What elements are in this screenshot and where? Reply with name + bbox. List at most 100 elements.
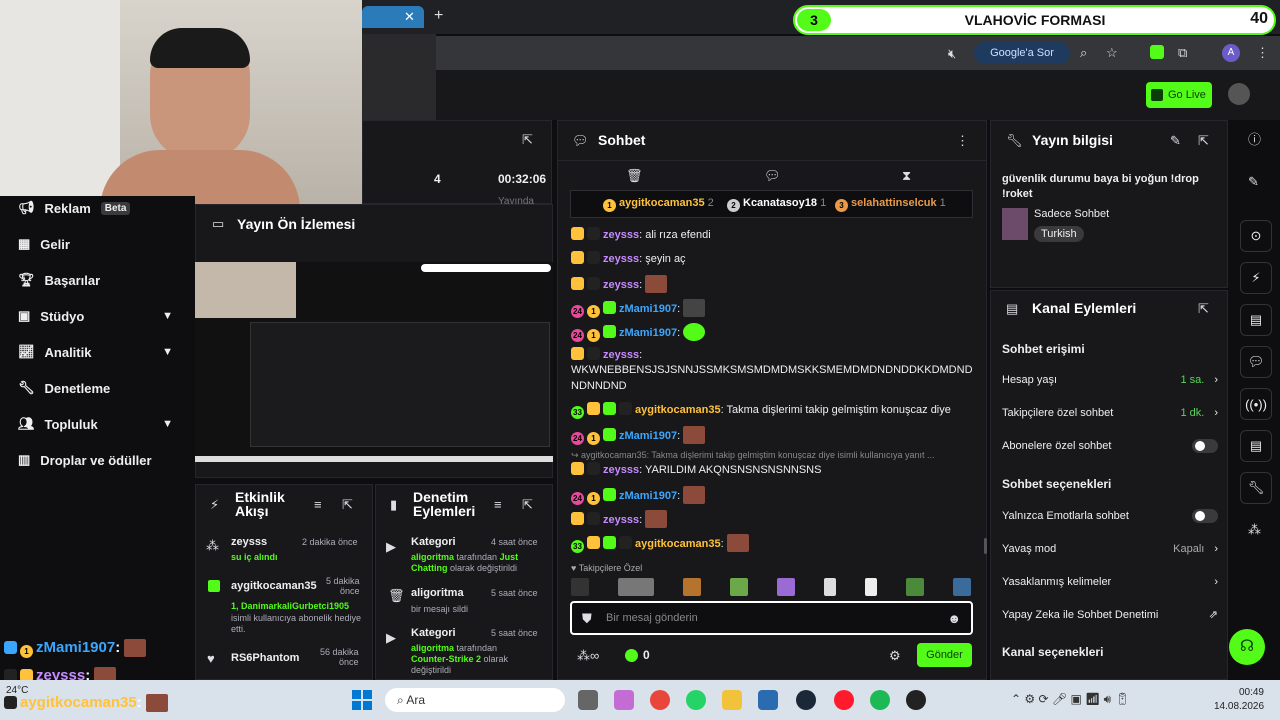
chat-username[interactable]: zeysss	[603, 253, 639, 265]
opera-icon[interactable]	[834, 690, 854, 710]
folder-icon[interactable]	[722, 690, 742, 710]
leader-entry[interactable]: 2 Kcanatasoy18 1	[727, 197, 826, 212]
leader-entry[interactable]: 1 aygitkocaman35 2	[603, 197, 714, 212]
emote-button[interactable]	[953, 578, 971, 596]
steam-icon[interactable]	[796, 690, 816, 710]
chat-input[interactable]: ⛊ Bir mesaj gönderin ☻	[570, 601, 973, 635]
emote-button[interactable]	[865, 578, 877, 596]
kick-points-icon[interactable]: ⁂	[1248, 522, 1261, 538]
chat-username[interactable]: zeysss	[603, 514, 639, 526]
chat-username[interactable]: zMami1907	[619, 303, 677, 315]
bookmark-star-icon[interactable]: ☆	[1106, 45, 1118, 61]
event-user[interactable]: aygitkocaman35	[231, 580, 317, 592]
google-ask-button[interactable]: Google'a Sor	[974, 42, 1070, 64]
stream-preview-video[interactable]	[195, 262, 553, 462]
chat-message[interactable]: zeysss: YARILDIM AKQNSNSNSNSNNSNS	[571, 462, 971, 478]
emote-button[interactable]	[777, 578, 795, 596]
profile-avatar[interactable]: A	[1222, 44, 1240, 62]
chat-message[interactable]: zeysss:	[571, 275, 971, 293]
sidebar-item-topluluk[interactable]: 👥︎ Topluluk ▼	[0, 406, 195, 442]
popout-icon[interactable]: ⇱	[522, 497, 533, 513]
taskbar-time[interactable]: 00:49	[1214, 687, 1264, 698]
event-user[interactable]: RS6Phantom	[231, 652, 299, 664]
send-button[interactable]: Gönder	[917, 643, 972, 667]
rail-button-actions[interactable]: ▤	[1240, 430, 1272, 462]
rail-button-chat[interactable]: 💬︎	[1240, 346, 1272, 378]
subs-chat-toggle[interactable]	[1192, 438, 1218, 453]
sidebar-item-basarilar[interactable]: 🏆︎ Başarılar	[0, 262, 195, 298]
chat-message[interactable]: 24 1 zMami1907:	[571, 426, 971, 445]
windows-start-icon[interactable]	[352, 690, 372, 710]
rail-button-notes[interactable]: ▤	[1240, 304, 1272, 336]
sidebar-item-droplar[interactable]: ▥ Droplar ve ödüller	[0, 442, 195, 478]
chat-username[interactable]: zeysss	[603, 464, 639, 476]
info-icon[interactable]: ⓘ	[1248, 132, 1261, 148]
followers-chat-row[interactable]: Takipçilere özel sohbet 1 dk. ›	[1002, 396, 1218, 429]
ai-mod-row[interactable]: Yapay Zeka ile Sohbet Denetimi ⇗	[1002, 598, 1218, 631]
store-icon[interactable]	[758, 690, 778, 710]
chat-message[interactable]: zeysss: şeyin aç	[571, 251, 971, 267]
mod-user[interactable]: aligoritma	[411, 643, 454, 653]
filter-icon[interactable]: ≡	[494, 497, 502, 513]
rail-button-info[interactable]: 🔧︎	[1240, 472, 1272, 504]
taskbar-date[interactable]: 14.08.2026	[1214, 701, 1264, 712]
new-tab-icon[interactable]: +	[434, 8, 443, 24]
extensions-icon[interactable]: ⧉	[1178, 45, 1187, 61]
chat-message[interactable]: zeysss:	[571, 347, 971, 363]
tray-icons[interactable]: ⌃ ⚙ ⟳ 🎤︎ ▣ 📶︎ 🔊︎ 🔋︎	[1011, 692, 1130, 707]
chat-menu-icon[interactable]: ⋮	[956, 133, 969, 149]
taskbar-app-icon[interactable]	[578, 690, 598, 710]
emote-button[interactable]	[730, 578, 748, 596]
taskbar-search[interactable]: ⌕ Ara	[385, 688, 565, 712]
edit-icon[interactable]: ✎	[1170, 133, 1181, 149]
gear-icon[interactable]: ⚙	[889, 648, 901, 664]
spotify-icon[interactable]	[870, 690, 890, 710]
popout-icon[interactable]: ⇱	[342, 497, 353, 513]
sidebar-item-reklam[interactable]: 📢︎ Reklam Beta	[0, 190, 195, 226]
slow-mode-row[interactable]: Yavaş mod Kapalı ›	[1002, 532, 1218, 565]
account-age-row[interactable]: Hesap yaşı 1 sa. ›	[1002, 363, 1218, 396]
sidebar-item-studyo[interactable]: ▣ Stüdyo ▼	[0, 298, 195, 334]
emote-button[interactable]	[824, 578, 836, 596]
chat-username[interactable]: zMami1907	[619, 430, 677, 442]
chat-scrollbar[interactable]	[984, 538, 987, 554]
reply-preview[interactable]: ↪ aygitkocaman35: Takma dişlerimi takip …	[571, 450, 971, 461]
emote-button[interactable]	[618, 578, 654, 596]
tab-close-icon[interactable]: ✕	[404, 9, 415, 25]
chat-message[interactable]: 24 1 zMami1907:	[571, 299, 971, 318]
chrome-icon[interactable]	[650, 690, 670, 710]
mod-user[interactable]: aligoritma	[411, 552, 454, 562]
chat-username[interactable]: zMami1907	[619, 490, 677, 502]
emote-button[interactable]	[906, 578, 924, 596]
popout-icon[interactable]: ⇱	[1198, 133, 1209, 149]
mute-icon[interactable]: 🔇︎	[948, 46, 956, 62]
chat-username[interactable]: zeysss	[603, 279, 639, 291]
leader-entry[interactable]: 3 selahattinselcuk 1	[835, 197, 946, 212]
chat-username[interactable]: zMami1907	[619, 327, 677, 339]
rail-button-activity[interactable]: ⚡︎	[1240, 262, 1272, 294]
user-avatar[interactable]	[1228, 83, 1250, 105]
chat-username[interactable]: aygitkocaman35	[635, 538, 721, 550]
edit-icon[interactable]: ✎	[1248, 174, 1259, 190]
browser-menu-icon[interactable]: ⋮	[1256, 45, 1269, 61]
rail-button-broadcast[interactable]: ((•))	[1240, 388, 1272, 420]
chat-message[interactable]: 24 1 zMami1907:	[571, 323, 971, 342]
chat-username[interactable]: aygitkocaman35	[635, 404, 721, 416]
whatsapp-icon[interactable]	[686, 690, 706, 710]
kick-extension-icon[interactable]	[1150, 45, 1164, 59]
sidebar-item-analitik[interactable]: 📈︎ Analitik ▼	[0, 334, 195, 370]
support-button[interactable]: ☊	[1229, 629, 1265, 665]
banned-words-row[interactable]: Yasaklanmış kelimeler ›	[1002, 565, 1218, 598]
emoji-icon[interactable]: ☻	[947, 611, 961, 627]
popout-icon[interactable]: ⇱	[522, 132, 533, 148]
rail-button-camera[interactable]: ⊙	[1240, 220, 1272, 252]
sidebar-item-denetleme[interactable]: 🔧︎ Denetleme	[0, 370, 195, 406]
sidebar-item-gelir[interactable]: ▦ Gelir	[0, 226, 195, 262]
kick-points-icon[interactable]: ⁂∞	[577, 648, 599, 664]
chat-username[interactable]: zeysss	[603, 349, 639, 361]
hourglass-icon[interactable]: ⧗	[902, 168, 911, 184]
chat-message[interactable]: 24 1 zMami1907:	[571, 486, 971, 505]
chat-message[interactable]: zeysss:	[571, 510, 971, 528]
mod-event-title[interactable]: aligoritma	[411, 587, 464, 599]
emote-button[interactable]	[571, 578, 589, 596]
